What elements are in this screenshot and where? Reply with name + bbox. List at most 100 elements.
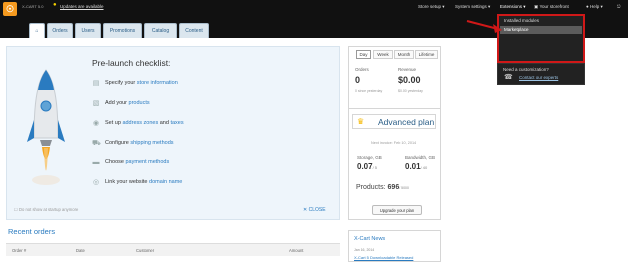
revenue-label: Revenue (398, 67, 417, 72)
products-number: 696 (387, 184, 400, 191)
tab-content[interactable]: Content (179, 23, 209, 38)
products-count: Products: 696/ 5000 (356, 184, 409, 191)
checkbox-icon: ☐ (14, 207, 18, 212)
menu-system-settings[interactable]: System settings ▾ (455, 4, 490, 10)
tab-catalog[interactable]: Catalog (144, 23, 177, 38)
rocket-icon (27, 69, 65, 185)
revenue-sub: $0.00 yesterday (398, 89, 423, 93)
taxes-link[interactable]: taxes (170, 120, 183, 126)
menu-your-storefront[interactable]: ▣ Your storefront (534, 4, 569, 10)
storage-value: 0.07/ 5 (357, 162, 377, 171)
product-version: X-CART 5.0 (22, 4, 44, 9)
next-invoice: Next invoice: Feb 10, 2014 (371, 141, 417, 145)
checklist-item-pre: Add your (105, 100, 129, 106)
checklist-item-pre: Configure (105, 140, 131, 146)
dont-show-checkbox[interactable]: ☐ Do not show at startup anymore (14, 207, 78, 212)
products-max: / 5000 (399, 186, 409, 190)
menu-help[interactable]: ● Help ▾ (586, 4, 603, 10)
checklist-item-pre: Link your website (105, 179, 150, 185)
column-order-number[interactable]: Order # (12, 248, 26, 253)
chevron-down-icon: ▾ (488, 4, 491, 9)
tab-orders[interactable]: Orders (47, 23, 73, 38)
storefront-icon: ▣ (534, 4, 539, 9)
checklist-item-text: Configure shipping methods (105, 140, 174, 146)
headset-icon: ☎ (504, 74, 513, 81)
checklist-item-text: Set up address zones and taxes (105, 120, 184, 126)
user-icon: ● (586, 4, 589, 9)
bandwidth-number: 0.01 (405, 162, 421, 171)
storage-max: / 5 (372, 165, 378, 170)
news-link[interactable]: X-Cart 5 Downloadable Released (354, 255, 413, 260)
globe-icon: ◎ (92, 179, 100, 186)
orders-label: Orders (355, 67, 369, 72)
contact-experts-link[interactable]: Contact our experts (519, 75, 558, 80)
menu-item-installed-modules[interactable]: Installed modules (500, 17, 582, 25)
logo-icon[interactable]: ☉ (3, 2, 17, 16)
checklist-item-pre: Choose (105, 159, 126, 165)
checklist-item: ▤ Specify your store information (92, 80, 302, 90)
customization-title: Need a customization? (503, 67, 549, 72)
chevron-down-icon: ▾ (442, 4, 445, 9)
logout-icon[interactable]: ⎋ (617, 4, 621, 9)
shipping-methods-link[interactable]: shipping methods (130, 140, 173, 146)
address-zones-link[interactable]: address zones (122, 120, 158, 126)
bandwidth-value: 0.01/ 40 (405, 162, 427, 171)
news-title: X-Cart News (354, 236, 386, 242)
payment-icon: ▬ (92, 159, 100, 166)
bandwidth-max: / 40 (420, 165, 428, 170)
period-lifetime[interactable]: Lifetime (415, 50, 438, 59)
store-info-icon: ▤ (92, 80, 100, 87)
close-icon: ✕ (303, 207, 308, 213)
column-customer[interactable]: Customer (136, 248, 154, 253)
column-amount[interactable]: Amount (289, 248, 303, 253)
period-month[interactable]: Month (394, 50, 414, 59)
period-week[interactable]: Week (373, 50, 393, 59)
checklist-item: ▧ Add your products (92, 100, 302, 110)
payment-methods-link[interactable]: payment methods (126, 159, 170, 165)
domain-name-link[interactable]: domain name (149, 179, 182, 185)
checklist-item: ◉ Set up address zones and taxes (92, 120, 302, 130)
checklist-item: ⛟ Configure shipping methods (92, 140, 302, 150)
menu-store-setup[interactable]: Store setup ▾ (418, 4, 445, 10)
tab-home[interactable]: ⌂ (29, 23, 45, 38)
dont-show-label: Do not show at startup anymore (18, 207, 79, 212)
menu-store-setup-label: Store setup (418, 4, 442, 9)
zones-icon: ◉ (92, 120, 100, 127)
close-label: CLOSE (308, 207, 326, 213)
checklist-item: ◎ Link your website domain name (92, 179, 302, 189)
revenue-value: $0.00 (398, 75, 421, 85)
plan-title: Advanced plan (378, 117, 435, 127)
tab-promotions[interactable]: Promotions (103, 23, 142, 38)
chevron-down-icon: ▾ (600, 4, 603, 9)
recent-orders-title: Recent orders (8, 227, 56, 236)
checklist-item-text: Add your products (105, 100, 150, 106)
crown-icon: ♛ (357, 117, 365, 126)
menu-extensions-label: Extensions (500, 4, 523, 9)
tab-users[interactable]: Users (75, 23, 101, 38)
checklist-item-pre: Set up (105, 120, 123, 126)
checklist-item: ▬ Choose payment methods (92, 159, 302, 169)
store-information-link[interactable]: store information (137, 80, 178, 86)
checklist-item-pre: Specify your (105, 80, 137, 86)
checklist-title: Pre-launch checklist: (92, 58, 171, 68)
news-date: Jan 16, 2014 (354, 248, 375, 252)
storage-number: 0.07 (357, 162, 373, 171)
period-day[interactable]: Day (356, 50, 371, 59)
checklist-item-text: Link your website domain name (105, 179, 182, 185)
checklist-item-mid: and (158, 120, 171, 126)
products-link[interactable]: products (129, 100, 150, 106)
menu-extensions[interactable]: Extensions ▾ (500, 4, 526, 10)
menu-item-marketplace[interactable]: Marketplace (500, 26, 582, 34)
menu-your-storefront-label: Your storefront (539, 4, 569, 9)
arrow-annotation-icon (466, 20, 502, 33)
products-icon: ▧ (92, 100, 100, 107)
products-label: Products: (356, 184, 386, 191)
orders-value: 0 (355, 75, 361, 85)
bandwidth-label: Bandwidth, GB (405, 155, 436, 160)
upgrade-plan-button[interactable]: Upgrade your plan (372, 205, 422, 215)
lightbulb-icon: ● (53, 2, 57, 8)
shipping-icon: ⛟ (92, 140, 101, 147)
column-date[interactable]: Date (76, 248, 85, 253)
updates-link[interactable]: Updates are available (60, 4, 104, 9)
close-button[interactable]: ✕ CLOSE (303, 207, 326, 213)
